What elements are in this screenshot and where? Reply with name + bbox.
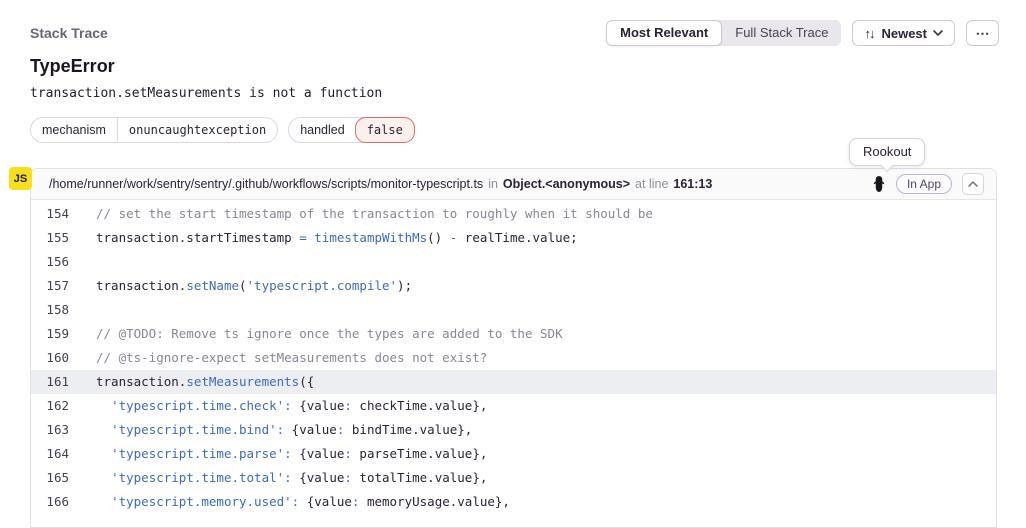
- code-text: [69, 298, 96, 322]
- tag-list: mechanism onuncaughtexception handled fa…: [30, 117, 415, 143]
- frame-function-name: Object.<anonymous>: [503, 177, 630, 191]
- code-line: 160// @ts-ignore-expect setMeasurements …: [31, 346, 996, 370]
- tag-mechanism[interactable]: mechanism onuncaughtexception: [30, 117, 278, 143]
- error-type-title: TypeError: [30, 56, 115, 77]
- code-text: // @TODO: Remove ts ignore once the type…: [69, 322, 563, 346]
- tag-key: mechanism: [31, 118, 117, 142]
- code-line: 157transaction.setName('typescript.compi…: [31, 274, 996, 298]
- stack-trace-toolbar: Stack Trace Most Relevant Full Stack Tra…: [30, 20, 999, 46]
- rookout-tooltip-label: Rookout: [863, 144, 911, 159]
- in-app-badge: In App: [896, 174, 952, 194]
- code-text: 'typescript.time.parse': {value: parseTi…: [69, 442, 487, 466]
- line-number: 164: [31, 442, 69, 466]
- code-text: transaction.setMeasurements({: [69, 370, 314, 394]
- code-text: 'typescript.time.bind': {value: bindTime…: [69, 418, 472, 442]
- code-context: 154// set the start timestamp of the tra…: [31, 200, 996, 514]
- rookout-icon[interactable]: [872, 175, 886, 193]
- code-text: // set the start timestamp of the transa…: [69, 202, 653, 226]
- code-line: 165 'typescript.time.total': {value: tot…: [31, 466, 996, 490]
- sort-arrows-icon: ↑↓: [864, 26, 875, 41]
- line-number: 157: [31, 274, 69, 298]
- line-number: 161: [31, 370, 69, 394]
- code-text: 'typescript.time.total': {value: totalTi…: [69, 466, 487, 490]
- frame-header-actions: In App: [872, 173, 984, 195]
- stack-trace-view-toggle: Most Relevant Full Stack Trace: [606, 20, 841, 46]
- code-line: 159// @TODO: Remove ts ignore once the t…: [31, 322, 996, 346]
- sort-newest-button[interactable]: ↑↓ Newest: [852, 20, 955, 46]
- line-number: 162: [31, 394, 69, 418]
- code-line: 155transaction.startTimestamp = timestam…: [31, 226, 996, 250]
- tag-value: onuncaughtexception: [117, 118, 277, 142]
- code-line: 156: [31, 250, 996, 274]
- javascript-platform-badge: JS: [9, 167, 32, 190]
- line-number: 166: [31, 490, 69, 514]
- chevron-up-icon: [968, 181, 978, 187]
- more-options-button[interactable]: ⋯: [966, 20, 999, 46]
- toolbar-controls: Most Relevant Full Stack Trace ↑↓ Newest…: [606, 20, 999, 46]
- code-line: 166 'typescript.memory.used': {value: me…: [31, 490, 996, 514]
- tab-most-relevant[interactable]: Most Relevant: [606, 20, 722, 46]
- rookout-tooltip: Rookout: [849, 138, 925, 166]
- frame-in-word: in: [488, 177, 498, 191]
- tag-value-error: false: [355, 117, 415, 143]
- line-number: 160: [31, 346, 69, 370]
- code-text: [69, 250, 96, 274]
- tab-full-stack-trace[interactable]: Full Stack Trace: [722, 20, 841, 46]
- stack-frame: JS /home/runner/work/sentry/sentry/.gith…: [30, 168, 997, 528]
- frame-header[interactable]: /home/runner/work/sentry/sentry/.github/…: [31, 169, 996, 200]
- tag-key: handled: [289, 118, 356, 142]
- line-number: 156: [31, 250, 69, 274]
- code-text: transaction.startTimestamp = timestampWi…: [69, 226, 578, 250]
- tag-handled[interactable]: handled false: [288, 117, 415, 143]
- error-message: transaction.setMeasurements is not a fun…: [30, 86, 382, 101]
- frame-file-path: /home/runner/work/sentry/sentry/.github/…: [49, 177, 483, 191]
- line-number: 158: [31, 298, 69, 322]
- ellipsis-icon: ⋯: [976, 25, 990, 42]
- rookout-logo-icon: [872, 175, 886, 193]
- code-text: 'typescript.memory.used': {value: memory…: [69, 490, 510, 514]
- sort-button-label: Newest: [881, 26, 927, 41]
- line-number: 159: [31, 322, 69, 346]
- code-line-active: 161transaction.setMeasurements({: [31, 370, 996, 394]
- code-text: transaction.setName('typescript.compile'…: [69, 274, 412, 298]
- line-number: 155: [31, 226, 69, 250]
- collapse-frame-button[interactable]: [962, 173, 984, 195]
- chevron-down-icon: [933, 30, 943, 36]
- code-text: 'typescript.time.check': {value: checkTi…: [69, 394, 487, 418]
- code-line: 158: [31, 298, 996, 322]
- frame-at-line-word: at line: [635, 177, 668, 191]
- frame-line-position: 161:13: [673, 177, 712, 191]
- code-line: 162 'typescript.time.check': {value: che…: [31, 394, 996, 418]
- code-line: 164 'typescript.time.parse': {value: par…: [31, 442, 996, 466]
- code-line: 154// set the start timestamp of the tra…: [31, 202, 996, 226]
- line-number: 154: [31, 202, 69, 226]
- line-number: 165: [31, 466, 69, 490]
- section-title: Stack Trace: [30, 25, 108, 41]
- code-text: // @ts-ignore-expect setMeasurements doe…: [69, 346, 487, 370]
- line-number: 163: [31, 418, 69, 442]
- code-line: 163 'typescript.time.bind': {value: bind…: [31, 418, 996, 442]
